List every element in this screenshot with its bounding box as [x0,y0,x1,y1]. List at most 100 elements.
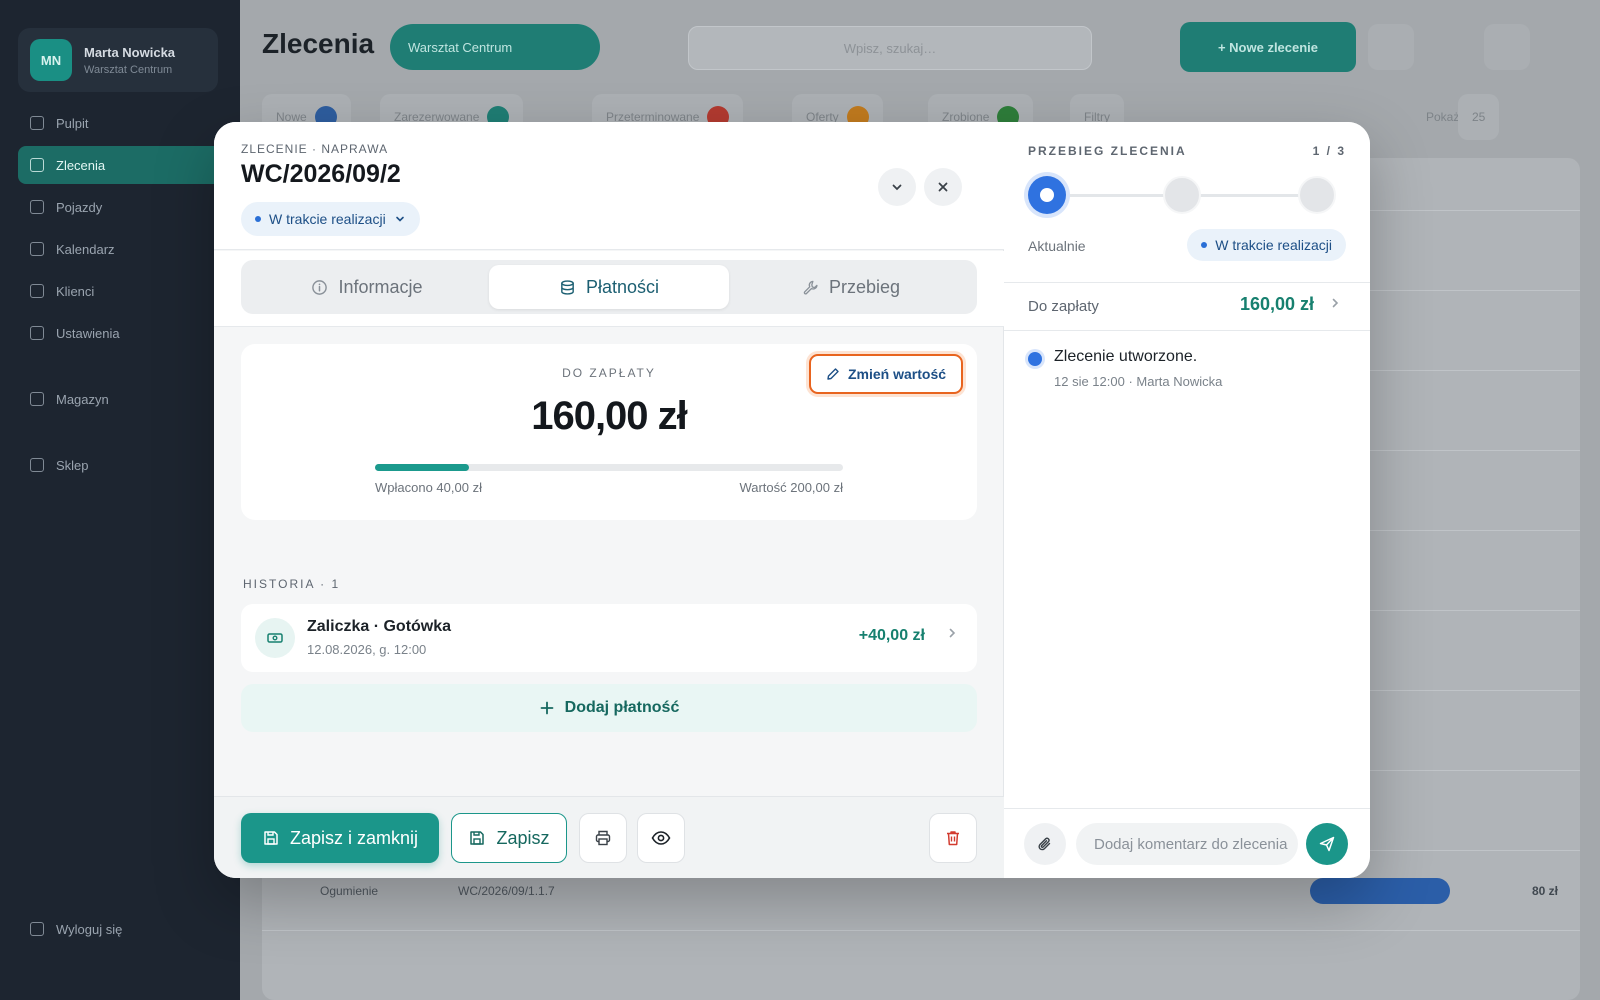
database-icon [561,279,574,295]
sidebar-item-calendar[interactable]: Kalendarz [18,230,228,268]
preview-button[interactable] [637,813,685,863]
pencil-icon [827,368,839,380]
car-icon [30,200,44,214]
user-card[interactable]: MN Marta Nowicka Warsztat Centrum [18,28,218,92]
sidebar-item-label: Sklep [56,457,89,473]
sidebar-item-label: Zlecenia [56,157,106,173]
add-payment-label: Dodaj płatność [564,699,680,716]
status-dot-icon [1201,242,1208,248]
save-button[interactable]: Zapisz [451,813,567,863]
gear-icon [30,326,44,340]
sidebar-item-label: Pulpit [56,115,89,131]
add-payment-button[interactable]: Dodaj płatność [241,684,977,732]
app-sidebar: MN Marta Nowicka Warsztat Centrum Pulpit… [0,0,240,1000]
payment-history-item[interactable]: Zaliczka · Gotówka 12.08.2026, g. 12:00 … [241,604,977,672]
sidebar-item-settings[interactable]: Ustawienia [18,314,228,352]
user-name: Marta Nowicka [84,44,176,60]
current-label: Aktualnie [1028,238,1086,254]
users-icon [30,284,44,298]
user-icon[interactable] [1484,24,1530,70]
close-button[interactable] [924,168,962,206]
comment-composer [1004,808,1370,878]
sidebar-item-orders[interactable]: Zlecenia [18,146,228,184]
calendar-icon[interactable] [1368,24,1414,70]
due-amount-link[interactable]: 160,00 zł [1240,294,1314,315]
delete-button[interactable] [929,813,977,863]
chevron-down-icon [892,184,902,191]
order-modal: ZLECENIE · NAPRAWA WC/2026/09/2 W trakci… [214,122,1370,878]
timeline-event-dot-icon [1028,352,1042,366]
step-3[interactable] [1298,176,1336,214]
step-counter: 1 / 3 [1312,144,1346,158]
sidebar-item-label: Pojazdy [56,199,103,215]
logout-button[interactable]: Wyloguj się [18,910,228,948]
wrench-icon [803,280,818,294]
new-order-button[interactable]: + Nowe zlecenie [1180,22,1356,72]
order-number: WC/2026/09/2 [241,160,401,188]
history-item-title: Zaliczka · Gotówka [307,618,452,635]
tab-label: Informacje [338,276,423,297]
eye-icon [651,831,671,845]
order-details-pane: ZLECENIE · NAPRAWA WC/2026/09/2 W trakci… [214,122,1004,878]
history-item-date: 12.08.2026, g. 12:00 [307,642,427,657]
sidebar-item-vehicles[interactable]: Pojazdy [18,188,228,226]
home-icon [30,116,44,130]
save-and-close-button[interactable]: Zapisz i zamknij [241,813,439,863]
tab-information[interactable]: Informacje [247,265,487,309]
table-row[interactable] [262,930,1580,931]
sidebar-item-label: Ustawienia [56,325,120,341]
chevron-right-icon [949,628,956,638]
document-icon [30,158,44,172]
box-icon [30,392,44,406]
order-type-label: ZLECENIE · NAPRAWA [241,142,389,156]
tab-payments[interactable]: Płatności [489,265,729,309]
sidebar-item-warehouse[interactable]: Magazyn [18,380,228,418]
logout-icon [30,922,44,936]
modal-footer: Zapisz i zamknij Zapisz [214,796,1004,878]
due-label: Do zapłaty [1028,298,1099,315]
sidebar-item-label: Kalendarz [56,241,115,257]
logout-label: Wyloguj się [56,921,123,937]
search-input[interactable]: Wpisz, szukaj… [688,26,1092,70]
save-icon [264,831,278,845]
collapse-button[interactable] [878,168,916,206]
modal-header: ZLECENIE · NAPRAWA WC/2026/09/2 W trakci… [214,122,1004,250]
payment-progress-fill [375,464,469,471]
print-button[interactable] [579,813,627,863]
send-comment-button[interactable] [1306,823,1348,865]
timeline-event-title: Zlecenie utworzone. [1054,348,1198,365]
status-dropdown[interactable]: W trakcie realizacji [241,202,420,236]
per-page-select[interactable]: 25 [1458,94,1500,140]
paid-amount-text: Wpłacono 40,00 zł [375,480,482,495]
cash-icon [255,618,295,658]
user-workshop: Warsztat Centrum [84,63,173,76]
table-cell-number: WC/2026/09/1.1.7 [458,884,555,898]
tab-label: Płatności [585,276,660,297]
change-value-button[interactable]: Zmień wartość [809,354,963,394]
save-and-close-label: Zapisz i zamknij [289,827,419,848]
sidebar-item-dashboard[interactable]: Pulpit [18,104,228,142]
sidebar-item-clients[interactable]: Klienci [18,272,228,310]
chevron-right-icon[interactable] [1328,296,1342,310]
step-2[interactable] [1163,176,1201,214]
tab-progress[interactable]: Przebieg [731,265,971,309]
timeline-title: PRZEBIEG ZLECENIA [1028,144,1187,158]
sidebar-item-shop[interactable]: Sklep [18,446,228,484]
divider [1004,282,1370,283]
tab-label: Przebieg [828,276,901,297]
save-icon [470,831,485,845]
avatar: MN [30,39,72,81]
sidebar-item-label: Magazyn [56,391,109,407]
location-selector[interactable]: Warsztat Centrum [390,24,600,70]
step-1[interactable] [1028,176,1066,214]
trash-icon [947,831,959,846]
order-value-text: Wartość 200,00 zł [739,480,843,495]
attach-button[interactable] [1024,823,1066,865]
tag-icon [30,458,44,472]
status-badge [1310,878,1450,904]
close-icon [938,182,948,192]
tabs: Informacje Płatności Przebieg [241,260,977,314]
order-timeline-pane: PRZEBIEG ZLECENIA 1 / 3 Aktualnie W trak… [1004,122,1370,878]
chevron-down-icon [395,216,404,222]
comment-input[interactable] [1076,823,1298,865]
